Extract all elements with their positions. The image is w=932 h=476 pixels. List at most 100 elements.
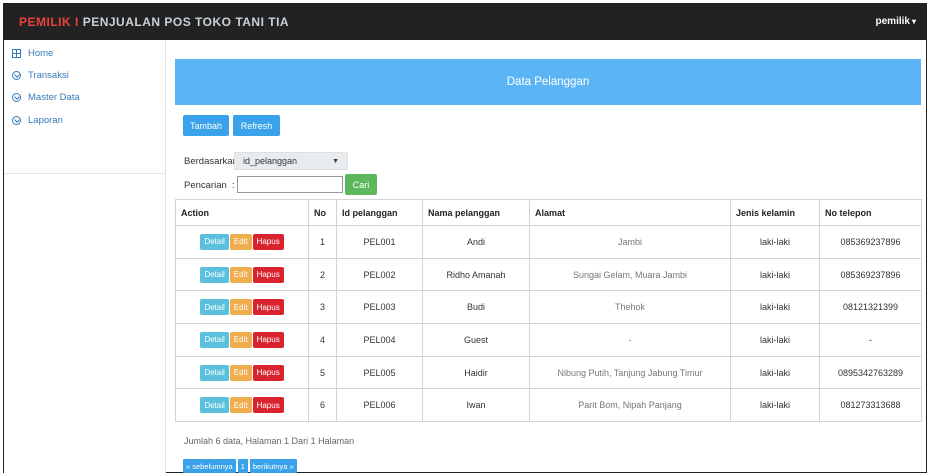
caret-down-icon: ▼: [332, 158, 339, 165]
filter-by-value: id_pelanggan: [243, 156, 298, 166]
search-colon: :: [232, 180, 235, 191]
chevron-circle-icon: [12, 70, 21, 80]
col-header-jenis-kelamin: Jenis kelamin: [730, 199, 820, 226]
cell-alamat: Sungai Gelam, Muara Jambi: [529, 257, 731, 292]
refresh-button[interactable]: Refresh: [233, 115, 280, 136]
cell-telepon: 0895342763289: [819, 355, 922, 390]
cell-id: PEL003: [336, 290, 423, 325]
col-header-id: Id pelanggan: [336, 199, 423, 226]
hapus-button[interactable]: Hapus: [252, 397, 284, 414]
sidebar-item-label: Transaksi: [28, 69, 69, 81]
cell-alamat: -: [529, 323, 731, 357]
col-header-no: No: [308, 199, 337, 226]
col-header-nama: Nama pelanggan: [422, 199, 530, 226]
panel-title: Data Pelanggan: [175, 59, 921, 105]
cell-jenis-kelamin: laki-laki: [730, 323, 820, 357]
cell-nama: Haidir: [422, 355, 530, 390]
tambah-button[interactable]: Tambah: [183, 115, 229, 136]
search-label: Pencarian: [184, 180, 227, 191]
chevron-circle-icon: [12, 92, 21, 102]
page-1-button[interactable]: 1: [237, 459, 248, 473]
edit-button[interactable]: Edit: [229, 299, 252, 316]
cell-nama: Andi: [422, 225, 530, 259]
pagination: « sebelumnya 1 berikutnya »: [183, 459, 297, 473]
cell-nama: Iwan: [422, 388, 530, 423]
brand-prefix: PEMILIK: [19, 15, 72, 29]
col-header-action: Action: [175, 199, 309, 226]
cell-nama: Budi: [422, 290, 530, 325]
chevron-circle-icon: [12, 115, 21, 125]
cell-id: PEL002: [336, 257, 423, 292]
cell-jenis-kelamin: laki-laki: [730, 225, 820, 259]
cell-no: 1: [308, 225, 337, 259]
grid-icon: [12, 48, 21, 58]
cell-jenis-kelamin: laki-laki: [730, 388, 820, 423]
edit-button[interactable]: Edit: [229, 331, 252, 348]
hapus-button[interactable]: Hapus: [252, 364, 284, 381]
cell-telepon: 08121321399: [819, 290, 922, 325]
cari-button[interactable]: Cari: [345, 174, 377, 195]
table-row: Detail Edit Hapus 6 PEL006 Iwan Parit Bom, Nip…: [175, 388, 922, 423]
action-cell: Detail Edit Hapus: [175, 257, 309, 292]
detail-button[interactable]: Detail: [200, 364, 229, 381]
col-header-telepon: No telepon: [819, 199, 922, 226]
cell-id: PEL006: [336, 388, 423, 423]
action-cell: Detail Edit Hapus: [175, 225, 309, 259]
filter-by-label: Berdasarkan:: [184, 156, 241, 167]
table-row: Detail Edit Hapus 3 PEL003 Budi Thehok laki-lak…: [175, 290, 922, 325]
action-cell: Detail Edit Hapus: [175, 355, 309, 390]
detail-button[interactable]: Detail: [200, 397, 229, 414]
edit-button[interactable]: Edit: [229, 233, 252, 250]
table-row: Detail Edit Hapus 2 PEL002 Ridho Amanah Sungai…: [175, 257, 922, 292]
sidebar-item-master-data[interactable]: Master Data: [4, 86, 164, 108]
customer-table: Action No Id pelanggan Nama pelanggan Al…: [175, 199, 922, 423]
hapus-button[interactable]: Hapus: [252, 266, 284, 283]
hapus-button[interactable]: Hapus: [252, 331, 284, 348]
sidebar-item-transaksi[interactable]: Transaksi: [4, 64, 164, 86]
pagination-summary: Jumlah 6 data, Halaman 1 Dari 1 Halaman: [184, 436, 355, 446]
cell-jenis-kelamin: laki-laki: [730, 355, 820, 390]
table-row: Detail Edit Hapus 4 PEL004 Guest - laki-laki -: [175, 323, 922, 357]
caret-down-icon: ▾: [911, 17, 916, 26]
edit-button[interactable]: Edit: [229, 397, 252, 414]
cell-id: PEL005: [336, 355, 423, 390]
col-header-alamat: Alamat: [529, 199, 731, 226]
detail-button[interactable]: Detail: [200, 299, 229, 316]
sidebar-item-label: Home: [28, 47, 54, 59]
table-row: Detail Edit Hapus 1 PEL001 Andi Jambi laki-laki…: [175, 225, 922, 259]
brand-separator: I: [71, 15, 83, 29]
cell-alamat: Nibung Putih, Tanjung Jabung Timur: [529, 355, 731, 390]
cell-telepon: -: [819, 323, 922, 357]
cell-no: 5: [308, 355, 337, 390]
cell-no: 3: [308, 290, 337, 325]
detail-button[interactable]: Detail: [200, 266, 229, 283]
top-navbar: PEMILIK I PENJUALAN POS TOKO TANI TIA pe…: [4, 4, 926, 40]
user-menu[interactable]: pemilik ▾: [876, 16, 916, 27]
sidebar-item-label: Master Data: [28, 91, 80, 103]
prev-page-button[interactable]: « sebelumnya: [183, 459, 236, 473]
detail-button[interactable]: Detail: [200, 233, 229, 250]
sidebar: Home Transaksi Master Data Laporan: [4, 40, 166, 473]
filter-by-select[interactable]: id_pelanggan ▼: [234, 152, 348, 170]
table-header-row: Action No Id pelanggan Nama pelanggan Al…: [175, 199, 922, 226]
cell-alamat: Parit Bom, Nipah Panjang: [529, 388, 731, 423]
cell-telepon: 085369237896: [819, 257, 922, 292]
sidebar-item-laporan[interactable]: Laporan: [4, 109, 164, 131]
cell-no: 2: [308, 257, 337, 292]
hapus-button[interactable]: Hapus: [252, 233, 284, 250]
cell-id: PEL001: [336, 225, 423, 259]
brand-title[interactable]: PEMILIK I PENJUALAN POS TOKO TANI TIA: [19, 15, 289, 29]
edit-button[interactable]: Edit: [229, 266, 252, 283]
search-input[interactable]: [237, 176, 343, 193]
next-page-button[interactable]: berikutnya »: [249, 459, 297, 473]
hapus-button[interactable]: Hapus: [252, 299, 284, 316]
edit-button[interactable]: Edit: [229, 364, 252, 381]
cell-jenis-kelamin: laki-laki: [730, 257, 820, 292]
cell-nama: Ridho Amanah: [422, 257, 530, 292]
cell-alamat: Thehok: [529, 290, 731, 325]
detail-button[interactable]: Detail: [200, 331, 229, 348]
cell-no: 4: [308, 323, 337, 357]
cell-id: PEL004: [336, 323, 423, 357]
sidebar-item-home[interactable]: Home: [4, 42, 164, 64]
cell-no: 6: [308, 388, 337, 423]
